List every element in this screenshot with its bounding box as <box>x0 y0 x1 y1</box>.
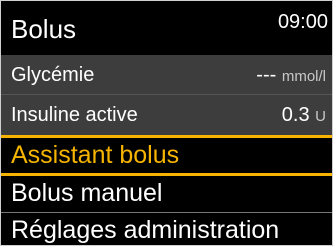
page-title: Bolus <box>11 14 77 44</box>
active-insulin-row: Insuline active 0.3 U <box>1 95 332 135</box>
clock-time: 09:00 <box>277 11 328 33</box>
glycemia-label: Glycémie <box>11 64 95 86</box>
menu-item-bolus-assistant[interactable]: Assistant bolus <box>1 138 332 173</box>
glycemia-unit: mmol/l <box>281 68 326 85</box>
glycemia-number: --- <box>256 64 277 86</box>
glycemia-row: Glycémie --- mmol/l <box>1 55 332 95</box>
menu-item-delivery-settings[interactable]: Réglages administration <box>1 212 332 245</box>
menu-item-manual-bolus[interactable]: Bolus manuel <box>1 176 332 211</box>
glycemia-value: --- mmol/l <box>256 63 326 89</box>
active-insulin-label: Insuline active <box>11 104 138 126</box>
active-insulin-number: 0.3 <box>281 104 310 126</box>
pump-screen: Bolus 09:00 Glycémie --- mmol/l Insuline… <box>0 0 333 246</box>
active-insulin-value: 0.3 U <box>282 103 326 129</box>
header-bar: Bolus 09:00 <box>1 1 332 55</box>
active-insulin-unit: U <box>315 108 326 125</box>
